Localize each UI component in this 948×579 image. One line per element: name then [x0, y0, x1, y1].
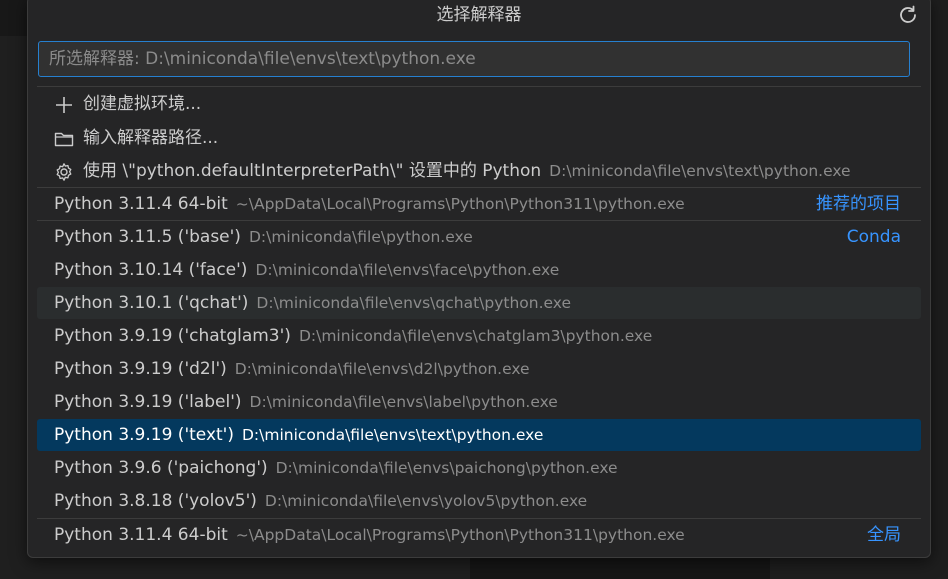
interpreter-category-tag: Conda [846, 227, 901, 247]
interpreter-label: Python 3.9.19 ('label') D:\miniconda\file… [54, 386, 558, 418]
interpreter-name: Python 3.9.19 ('d2l') [54, 359, 227, 379]
interpreter-path: ~\AppData\Local\Programs\Python\Python31… [235, 526, 685, 544]
interpreter-name: Python 3.9.19 ('chatglam3') [54, 326, 291, 346]
interpreter-name: Python 3.10.14 ('face') [54, 260, 248, 280]
interpreter-path: D:\miniconda\file\envs\face\python.exe [255, 261, 560, 279]
interpreter-item[interactable]: Python 3.11.4 64-bit ~\AppData\Local\Prog… [37, 519, 921, 551]
action-label: 使用 \"python.defaultInterpreterPath\" 设置中… [83, 161, 851, 181]
interpreter-path: D:\miniconda\file\envs\qchat\python.exe [256, 294, 572, 312]
separator [37, 518, 921, 519]
plus-icon [56, 97, 72, 113]
interpreter-item[interactable]: Python 3.8.18 ('yolov5') D:\miniconda\fil… [37, 485, 921, 517]
action-enter-interpreter-path[interactable]: 输入解释器路径... [37, 122, 921, 154]
interpreter-label: Python 3.8.18 ('yolov5') D:\miniconda\fil… [54, 485, 587, 517]
action-description: D:\miniconda\file\envs\text\python.exe [549, 162, 851, 180]
interpreter-name: Python 3.10.1 ('qchat') [54, 293, 249, 313]
separator [37, 220, 921, 221]
interpreter-path: D:\miniconda\file\envs\label\python.exe [249, 393, 558, 411]
quickpick-title: 选择解释器 [436, 5, 522, 25]
interpreter-path: D:\miniconda\file\envs\chatglam3\python.… [298, 327, 653, 345]
interpreter-path: D:\miniconda\file\envs\d2l\python.exe [234, 360, 530, 378]
folder-icon [54, 132, 74, 147]
interpreter-item[interactable]: Python 3.9.19 ('text') D:\miniconda\file\… [37, 419, 921, 451]
action-label: 输入解释器路径... [83, 128, 219, 148]
action-use-default-interpreter-path[interactable]: 使用 \"python.defaultInterpreterPath\" 设置中… [37, 155, 921, 187]
interpreter-path: D:\miniconda\file\envs\paichong\python.e… [275, 459, 618, 477]
interpreter-label: Python 3.9.19 ('text') D:\miniconda\file\… [54, 419, 543, 451]
action-create-venv[interactable]: 创建虚拟环境... [37, 88, 921, 120]
interpreter-label: Python 3.11.5 ('base') D:\miniconda\file\… [54, 221, 473, 253]
interpreter-name: Python 3.9.19 ('text') [54, 425, 234, 445]
separator [37, 86, 921, 87]
interpreter-name: Python 3.9.6 ('paichong') [54, 458, 268, 478]
interpreter-path: ~\AppData\Local\Programs\Python\Python31… [235, 195, 685, 213]
interpreter-item[interactable]: Python 3.9.19 ('d2l') D:\miniconda\file\e… [37, 353, 921, 385]
interpreter-search-input[interactable] [39, 42, 909, 76]
interpreter-category-tag: 推荐的项目 [816, 194, 901, 214]
action-label: 创建虚拟环境... [83, 94, 202, 114]
interpreter-name: Python 3.11.4 64-bit [54, 525, 228, 545]
interpreter-label: Python 3.10.14 ('face') D:\miniconda\file… [54, 254, 559, 286]
interpreter-search-box[interactable] [38, 41, 910, 77]
interpreter-label: Python 3.9.6 ('paichong') D:\miniconda\fi… [54, 452, 618, 484]
interpreter-item[interactable]: Python 3.9.6 ('paichong') D:\miniconda\fi… [37, 452, 921, 484]
refresh-icon[interactable] [896, 3, 920, 27]
interpreter-path: D:\miniconda\file\envs\yolov5\python.exe [264, 492, 588, 510]
interpreter-label: Python 3.11.4 64-bit ~\AppData\Local\Prog… [54, 188, 685, 220]
interpreter-category-tag: 全局 [867, 525, 901, 545]
interpreter-label: Python 3.9.19 ('chatglam3') D:\miniconda\… [54, 320, 652, 352]
interpreter-item[interactable]: Python 3.9.19 ('label') D:\miniconda\file… [37, 386, 921, 418]
interpreter-label: Python 3.10.1 ('qchat') D:\miniconda\file… [54, 287, 571, 319]
interpreter-name: Python 3.11.4 64-bit [54, 194, 228, 214]
interpreter-item[interactable]: Python 3.10.14 ('face') D:\miniconda\file… [37, 254, 921, 286]
interpreter-item[interactable]: Python 3.9.19 ('chatglam3') D:\miniconda\… [37, 320, 921, 352]
interpreter-path: D:\miniconda\file\python.exe [248, 228, 473, 246]
interpreter-label: Python 3.9.19 ('d2l') D:\miniconda\file\e… [54, 353, 530, 385]
gear-icon [56, 163, 72, 181]
interpreter-item[interactable]: Python 3.11.4 64-bit ~\AppData\Local\Prog… [37, 188, 921, 220]
interpreter-item[interactable]: Python 3.10.1 ('qchat') D:\miniconda\file… [37, 287, 921, 319]
interpreter-item[interactable]: Python 3.11.5 ('base') D:\miniconda\file\… [37, 221, 921, 253]
interpreter-name: Python 3.11.5 ('base') [54, 227, 241, 247]
select-interpreter-quickpick: 选择解释器 创建虚拟环境... 输入解释器路径... 使用 \"python.d… [27, 0, 931, 558]
interpreter-name: Python 3.8.18 ('yolov5') [54, 491, 257, 511]
interpreter-label: Python 3.11.4 64-bit ~\AppData\Local\Prog… [54, 519, 685, 551]
interpreter-path: D:\miniconda\file\envs\text\python.exe [241, 426, 544, 444]
interpreter-name: Python 3.9.19 ('label') [54, 392, 242, 412]
